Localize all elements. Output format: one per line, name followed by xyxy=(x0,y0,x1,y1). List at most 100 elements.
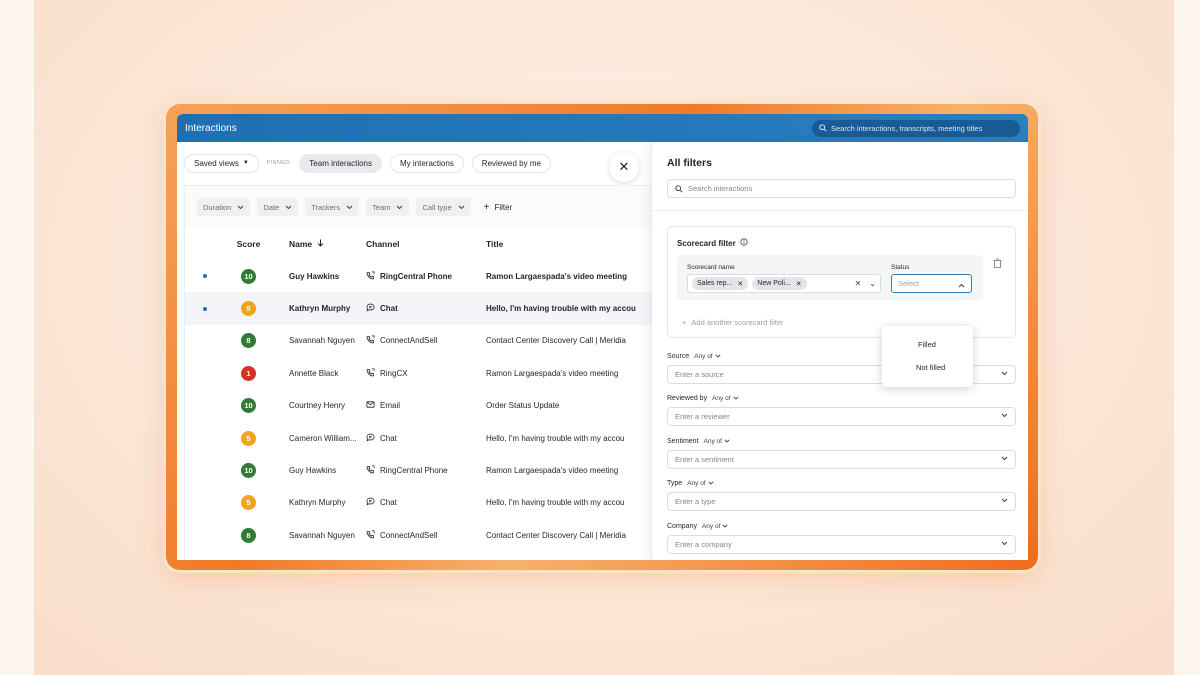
row-name: Kathryn Murphy xyxy=(289,304,351,314)
chevron-up-icon xyxy=(958,275,965,293)
channel-label: RingCentral Phone xyxy=(380,466,448,476)
row-channel: RingCentral Phone xyxy=(366,271,486,282)
close-filters-button[interactable]: ✕ xyxy=(609,152,639,182)
filter-group-label: Company xyxy=(667,522,697,530)
chevron-down-icon xyxy=(1001,371,1008,378)
search-icon xyxy=(819,119,827,137)
pinned-label: PINNED: xyxy=(266,160,292,166)
match-mode-label: Any of xyxy=(712,394,731,402)
filter-group-input[interactable]: Enter a type xyxy=(667,492,1016,511)
status-option-filled[interactable]: Filled xyxy=(882,333,973,356)
channel-label: Chat xyxy=(380,433,397,443)
filter-input-placeholder: Enter a reviewer xyxy=(675,412,730,421)
filter-chip[interactable]: Trackers xyxy=(305,198,360,216)
row-title: Order Status Update xyxy=(486,401,560,411)
row-channel: Email xyxy=(366,400,486,411)
row-channel: RingCentral Phone xyxy=(366,465,486,476)
saved-views-label: Saved views xyxy=(194,158,239,168)
table-row[interactable]: 10 Guy Hawkins RingCentral Phone Ramon Larg… xyxy=(185,260,651,292)
table-row[interactable]: 8 Savannah Nguyen ConnectAndSell Contact Ce… xyxy=(185,325,651,357)
channel-label: Chat xyxy=(380,498,397,508)
column-title[interactable]: Title xyxy=(486,239,651,249)
filter-input-placeholder: Enter a type xyxy=(675,497,716,506)
status-select[interactable]: Select xyxy=(891,274,972,293)
filter-group-label: Type xyxy=(667,479,683,487)
channel-label: Email xyxy=(380,401,401,411)
filter-chip[interactable]: Duration xyxy=(197,198,251,216)
row-title: Ramon Largaespada's video meeting xyxy=(486,466,619,476)
filter-chip-label: Team xyxy=(372,202,391,212)
table-row[interactable]: 10 Guy Hawkins RingCentral Phone Ramon Larg… xyxy=(185,454,651,486)
score-badge: 8 xyxy=(241,527,256,543)
row-title: Contact Center Discovery Call | Meridia xyxy=(486,530,626,540)
chat-icon xyxy=(366,433,375,444)
app-window: Interactions Search interactions, transc… xyxy=(177,114,1028,560)
row-name: Guy Hawkins xyxy=(289,466,337,476)
filter-chip[interactable]: Team xyxy=(366,198,410,216)
global-search-input[interactable]: Search interactions, transcripts, meetin… xyxy=(812,119,1020,137)
column-score[interactable]: Score xyxy=(225,239,272,249)
match-mode-dropdown[interactable]: Any of xyxy=(702,523,728,530)
filter-group-input[interactable]: Enter a reviewer xyxy=(667,407,1016,426)
table-row[interactable]: 5 Cameron William... Chat Hello, I'm having… xyxy=(185,422,651,454)
row-channel: ConnectAndSell xyxy=(366,530,486,541)
tab-reviewed-by-me[interactable]: Reviewed by me xyxy=(471,153,551,173)
table-row[interactable]: 5 Kathryn Murphy Chat Hello, I'm having tro… xyxy=(185,292,651,325)
chevron-down-icon xyxy=(237,203,244,212)
filter-chip[interactable]: Date xyxy=(257,198,299,216)
score-badge: 10 xyxy=(241,463,256,479)
title-bar: Interactions Search interactions, transc… xyxy=(177,114,1028,142)
caret-down-icon: ▼ xyxy=(242,160,249,166)
remove-tag-icon[interactable]: ✕ xyxy=(737,280,743,288)
add-filter-button[interactable]: + Filter xyxy=(484,202,513,213)
tab-team-interactions[interactable]: Team interactions xyxy=(299,153,382,173)
column-name[interactable]: Name xyxy=(272,239,366,249)
match-mode-dropdown[interactable]: Any of xyxy=(712,394,739,402)
tab-label: My interactions xyxy=(400,158,454,168)
match-mode-dropdown[interactable]: Any of xyxy=(694,353,721,360)
score-badge: 8 xyxy=(241,333,256,349)
clear-icon[interactable]: ✕ xyxy=(855,279,862,288)
filter-group-input[interactable]: Enter a sentiment xyxy=(667,450,1016,469)
status-option-not-filled[interactable]: Not filled xyxy=(882,356,973,379)
sort-arrow-down-icon xyxy=(317,239,324,249)
row-name: Cameron William... xyxy=(289,433,357,443)
column-channel[interactable]: Channel xyxy=(366,239,486,249)
row-name: Guy Hawkins xyxy=(289,271,340,281)
filter-group-input[interactable]: Enter a company xyxy=(667,535,1016,554)
filters-search-input[interactable]: Search interactions xyxy=(667,179,1016,198)
match-mode-dropdown[interactable]: Any of xyxy=(704,438,730,445)
chevron-down-icon xyxy=(722,523,728,530)
chevron-down-icon[interactable]: ⌄ xyxy=(869,279,876,288)
add-scorecard-filter-button[interactable]: + Add another scorecard filter xyxy=(682,318,784,327)
info-icon[interactable] xyxy=(740,238,748,248)
channel-label: RingCX xyxy=(380,368,408,378)
phone-icon xyxy=(366,530,375,541)
filter-chip-label: Trackers xyxy=(311,202,341,212)
filter-group-label: Sentiment xyxy=(667,437,699,445)
chat-icon xyxy=(366,303,375,314)
trash-icon[interactable] xyxy=(993,258,1002,270)
chevron-down-icon xyxy=(1001,541,1008,548)
table-row[interactable]: 5 Kathryn Murphy Chat Hello, I'm having tro… xyxy=(185,487,651,519)
tab-my-interactions[interactable]: My interactions xyxy=(390,153,464,173)
phone-icon xyxy=(366,335,375,346)
email-icon xyxy=(366,400,375,411)
scorecard-name-select[interactable]: Sales rep... ✕ New Poli... ✕ ✕ ⌄ xyxy=(687,274,881,293)
remove-tag-icon[interactable]: ✕ xyxy=(796,280,802,288)
score-badge: 1 xyxy=(241,365,256,381)
table-row[interactable]: 8 Savannah Nguyen ConnectAndSell Contact Ce… xyxy=(185,519,651,551)
all-filters-panel: All filters Search interactions Scorecar… xyxy=(651,142,1028,560)
status-dropdown-menu: Filled Not filled xyxy=(882,326,973,387)
score-badge: 5 xyxy=(241,301,256,317)
score-badge: 5 xyxy=(241,430,256,446)
match-mode-dropdown[interactable]: Any of xyxy=(687,480,714,487)
filter-group: Reviewed by Any of Enter a reviewer xyxy=(667,392,1016,426)
match-mode-label: Any of xyxy=(701,522,721,530)
filter-chip-label: Duration xyxy=(203,202,232,212)
table-row[interactable]: 10 Courtney Henry Email Order Status Update xyxy=(185,390,651,422)
panel-title: All filters xyxy=(667,157,712,169)
filter-chip[interactable]: Call type xyxy=(416,198,471,216)
saved-views-dropdown[interactable]: Saved views ▼ xyxy=(184,153,259,173)
table-row[interactable]: 1 Annette Black RingCX Ramon Largaespada's … xyxy=(185,357,651,389)
